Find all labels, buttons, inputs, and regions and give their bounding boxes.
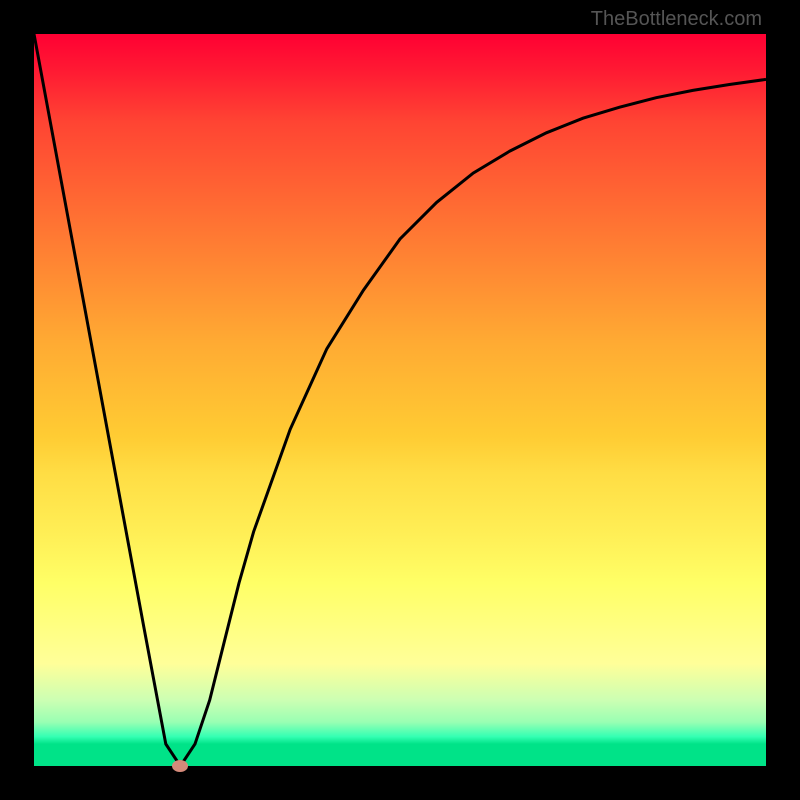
watermark-text: TheBottleneck.com xyxy=(591,8,762,31)
bottleneck-curve xyxy=(34,34,766,766)
optimal-point-marker xyxy=(172,760,188,772)
plot-area xyxy=(34,34,766,766)
chart-container: TheBottleneck.com xyxy=(0,0,800,800)
